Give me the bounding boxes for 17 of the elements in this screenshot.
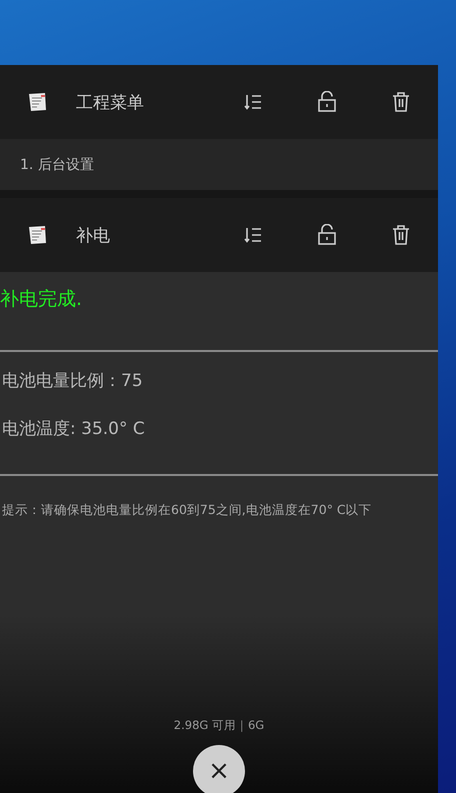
document-icon bbox=[27, 224, 49, 246]
sort-icon bbox=[243, 225, 263, 245]
close-button[interactable]: × bbox=[193, 745, 245, 793]
memory-info: 2.98G 可用｜6G bbox=[172, 718, 266, 734]
sort-icon bbox=[243, 92, 263, 112]
battery-reading: 电池电量比例：75 bbox=[1, 370, 144, 393]
menu-item[interactable]: 1. 后台设置 bbox=[20, 156, 94, 174]
app-name: 工程菜单 bbox=[76, 92, 145, 114]
unlock-icon bbox=[317, 91, 337, 113]
trash-icon bbox=[391, 224, 411, 246]
document-icon bbox=[27, 91, 49, 113]
status-message: 补电完成. bbox=[0, 287, 84, 312]
app-name: 补电 bbox=[76, 224, 111, 246]
unlock-icon bbox=[317, 224, 337, 246]
battery-reading: 电池温度: 35.0° C bbox=[1, 418, 146, 441]
trash-icon bbox=[391, 91, 411, 113]
hint-text: 提示：请确保电池电量比例在60到75之间,电池温度在70° C以下 bbox=[1, 501, 373, 519]
